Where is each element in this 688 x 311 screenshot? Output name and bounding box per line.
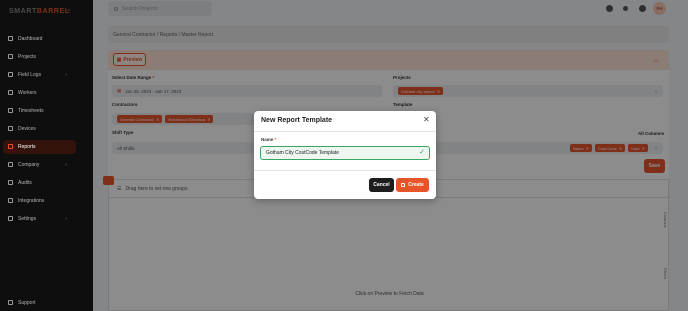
- settings-icon: [8, 216, 13, 221]
- dashboard-icon: [8, 36, 13, 41]
- company-icon: [8, 162, 13, 167]
- devices-icon: [8, 126, 13, 131]
- modal-divider: [254, 170, 436, 171]
- modal-divider: [254, 131, 436, 132]
- close-icon[interactable]: ✕: [423, 116, 430, 124]
- chevron-right-icon: ›: [65, 161, 67, 168]
- reports-icon: [8, 144, 13, 149]
- chevron-right-icon: ›: [65, 71, 67, 78]
- name-label: Name *: [261, 137, 277, 142]
- template-name-input[interactable]: Gotham City CostCode Template ✓: [260, 146, 430, 160]
- timesheets-icon: [8, 108, 13, 113]
- chevron-right-icon: ›: [65, 215, 67, 222]
- check-icon: ✓: [419, 149, 425, 156]
- save-icon: [401, 183, 406, 187]
- support-icon: [8, 300, 13, 305]
- field-logs-icon: [8, 72, 13, 77]
- create-button[interactable]: Create: [396, 178, 429, 192]
- projects-icon: [8, 54, 13, 59]
- audits-icon: [8, 180, 13, 185]
- modal-title: New Report Template: [261, 117, 333, 124]
- cancel-button[interactable]: Cancel: [369, 178, 394, 192]
- integrations-icon: [8, 198, 13, 203]
- workers-icon: [8, 90, 13, 95]
